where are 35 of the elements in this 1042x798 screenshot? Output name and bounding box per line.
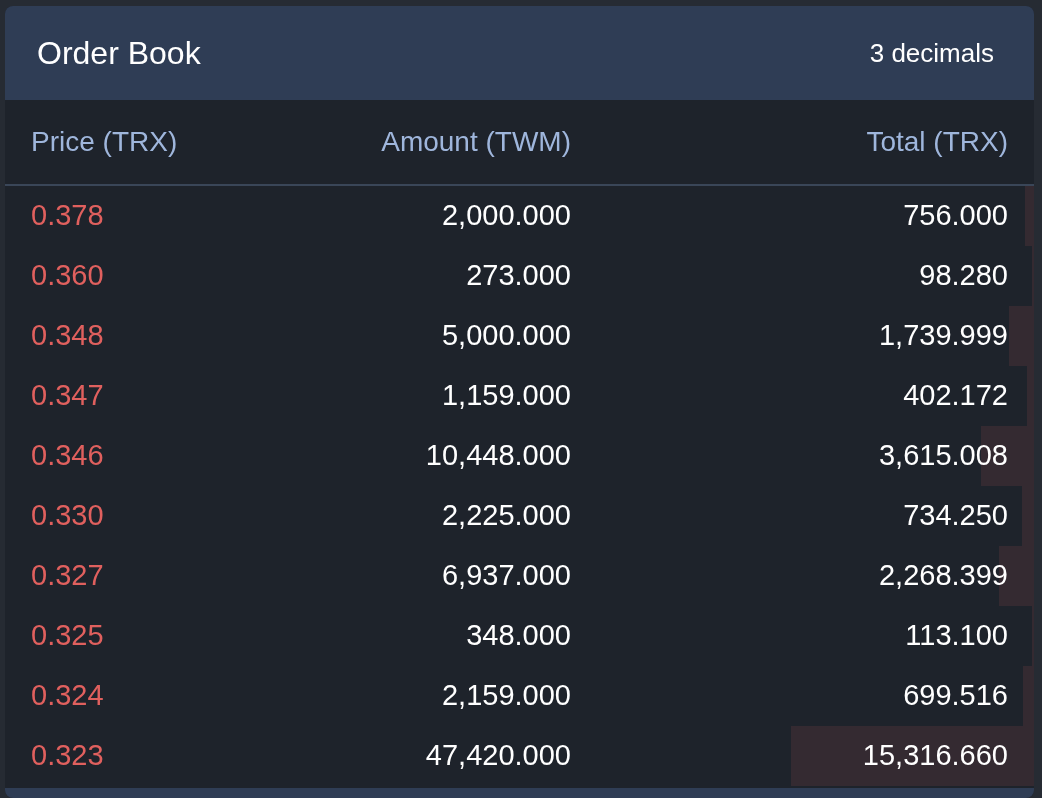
total-cell-text: 3,615.008: [878, 438, 1008, 474]
amount-cell-text: 5,000.000: [441, 318, 571, 354]
total-cell-text: 2,268.399: [878, 558, 1008, 594]
price-cell-text: 0.325: [31, 618, 105, 654]
total-cell-text: 1,739.999: [878, 318, 1008, 354]
amount-cell-text: 6,937.000: [441, 558, 571, 594]
column-header: Amount (TWM): [380, 125, 571, 159]
total-cell-text: 734.250: [902, 498, 1008, 534]
total-cell-text: 113.100: [904, 618, 1008, 654]
amount-cell-text: 273.000: [465, 258, 571, 294]
price-cell-text: 0.327: [31, 558, 105, 594]
decimals-label: 3 decimals: [869, 36, 994, 70]
price-cell-text: 0.346: [31, 438, 105, 474]
amount-cell-text: 10,448.000: [424, 438, 571, 474]
price-cell-text: 0.347: [31, 378, 105, 414]
total-cell-text: 756.000: [902, 198, 1008, 234]
amount-cell-text: 2,225.000: [441, 498, 571, 534]
price-cell-text: 0.323: [31, 738, 105, 774]
amount-cell-text: 47,420.000: [424, 738, 571, 774]
total-cell-text: 15,316.660: [861, 738, 1008, 774]
price-cell-text: 0.360: [31, 258, 105, 294]
total-cell-text: 402.172: [902, 378, 1008, 414]
amount-cell-text: 348.000: [465, 618, 571, 654]
panel-title: Order Book: [37, 34, 201, 73]
price-cell-text: 0.348: [31, 318, 105, 354]
amount-cell-text: 2,000.000: [441, 198, 571, 234]
price-cell-text: 0.330: [31, 498, 105, 534]
price-cell-text: 0.324: [31, 678, 105, 714]
amount-cell-text: 2,159.000: [441, 678, 571, 714]
price-cell-text: 0.378: [31, 198, 105, 234]
column-header: Price (TRX): [31, 125, 179, 159]
total-cell-text: 699.516: [902, 678, 1008, 714]
column-header: Total (TRX): [865, 125, 1008, 159]
amount-cell-text: 1,159.000: [441, 378, 571, 414]
total-cell-text: 98.280: [918, 258, 1008, 294]
